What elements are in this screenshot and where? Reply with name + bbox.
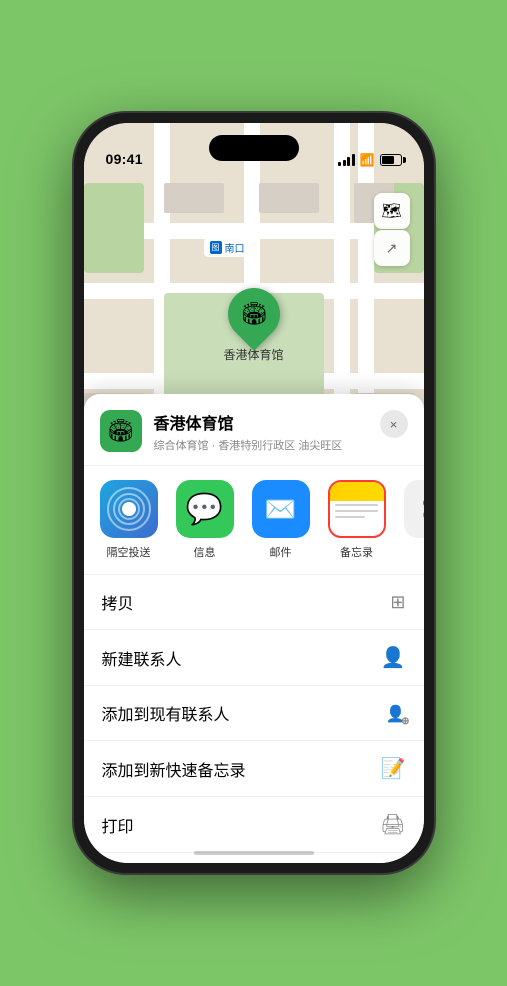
action-list: 拷贝 ⊞ 新建联系人 👤 添加到现有联系人 👤⊕ 添加到新快速备忘录 📝 [84, 575, 424, 853]
more-icon-wrap [404, 480, 424, 538]
notes-label: 备忘录 [340, 544, 373, 560]
close-button[interactable]: × [380, 410, 408, 438]
messages-icon-wrap: 💬 [176, 480, 234, 538]
print-icon: 🖨 [380, 812, 405, 837]
venue-name: 香港体育馆 [154, 410, 368, 434]
mail-label: 邮件 [270, 544, 292, 560]
print-label: 打印 [102, 813, 134, 837]
location-button[interactable]: ↗ [374, 230, 410, 266]
action-quicknote[interactable]: 添加到新快速备忘录 📝 [84, 741, 424, 797]
map-controls: 🗺 ↗ [374, 193, 410, 266]
bottom-sheet: 🏟 香港体育馆 综合体育馆 · 香港特别行政区 油尖旺区 × [84, 394, 424, 863]
venue-subtitle: 综合体育馆 · 香港特别行政区 油尖旺区 [154, 437, 368, 453]
map-view-button[interactable]: 🗺 [374, 193, 410, 229]
venue-icon: 🏟 [100, 410, 142, 452]
phone-screen: 09:41 📶 [84, 123, 424, 863]
airdrop-icon [100, 480, 158, 538]
share-item-airdrop[interactable]: 隔空投送 [94, 480, 164, 560]
share-item-messages[interactable]: 💬 信息 [170, 480, 240, 560]
add-existing-label: 添加到现有联系人 [102, 701, 230, 725]
action-add-existing[interactable]: 添加到现有联系人 👤⊕ [84, 686, 424, 741]
dynamic-island [209, 135, 299, 161]
action-new-contact[interactable]: 新建联系人 👤 [84, 630, 424, 686]
venue-header: 🏟 香港体育馆 综合体育馆 · 香港特别行政区 油尖旺区 × [84, 394, 424, 466]
copy-icon: ⊞ [390, 592, 405, 613]
share-item-more[interactable]: 推 [398, 480, 424, 560]
notes-icon-wrap [328, 480, 386, 538]
status-time: 09:41 [106, 151, 143, 167]
quicknote-icon: 📝 [381, 756, 406, 781]
south-entrance-label: 南口 [204, 238, 251, 257]
share-item-notes[interactable]: 备忘录 [322, 480, 392, 560]
status-icons: 📶 [338, 153, 401, 167]
new-contact-label: 新建联系人 [102, 646, 182, 670]
share-item-mail[interactable]: ✉️ 邮件 [246, 480, 316, 560]
notes-top-bar [330, 482, 384, 501]
home-indicator [194, 851, 314, 855]
airdrop-label: 隔空投送 [107, 544, 151, 560]
copy-label: 拷贝 [102, 590, 134, 614]
notes-lines [335, 504, 378, 518]
add-existing-icon: 👤⊕ [386, 702, 406, 725]
stadium-marker: 🏟 香港体育馆 [223, 288, 283, 363]
venue-info: 香港体育馆 综合体育馆 · 香港特别行政区 油尖旺区 [154, 410, 368, 453]
wifi-icon: 📶 [360, 153, 375, 167]
more-dots [423, 499, 424, 519]
action-print[interactable]: 打印 🖨 [84, 797, 424, 853]
airdrop-icon-wrap [100, 480, 158, 538]
quicknote-label: 添加到新快速备忘录 [102, 757, 246, 781]
signal-icon [338, 154, 355, 166]
messages-label: 信息 [194, 544, 216, 560]
battery-icon [380, 154, 402, 166]
mail-icon-wrap: ✉️ [252, 480, 310, 538]
action-copy[interactable]: 拷贝 ⊞ [84, 575, 424, 630]
share-row: 隔空投送 💬 信息 ✉️ 邮件 [84, 466, 424, 575]
marker-pin-icon: 🏟 [240, 301, 268, 327]
marker-pin: 🏟 [217, 277, 291, 351]
phone-frame: 09:41 📶 [74, 113, 434, 873]
new-contact-icon: 👤 [381, 645, 406, 670]
